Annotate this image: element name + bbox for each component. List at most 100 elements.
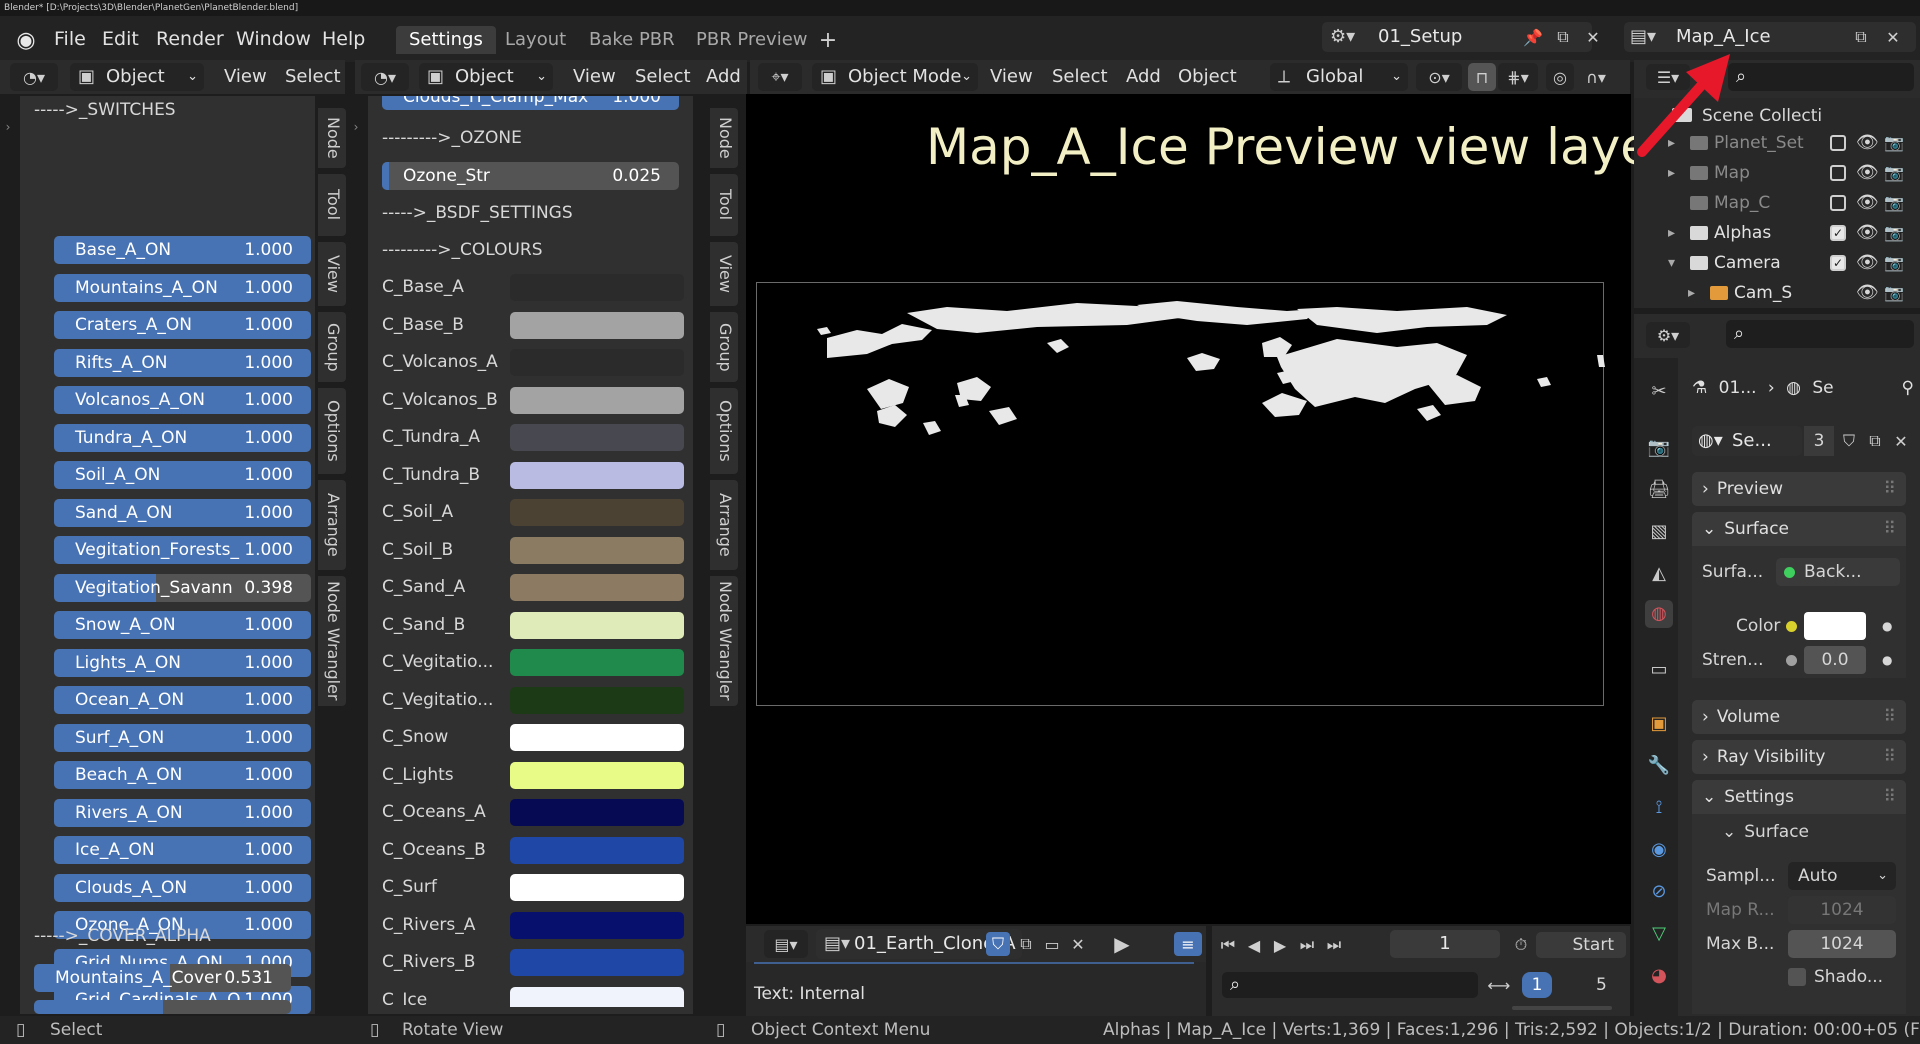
output-tab-icon[interactable]: 🖨 bbox=[1645, 476, 1673, 504]
horizontal-arrows-icon[interactable]: ⟷ bbox=[1482, 972, 1516, 998]
viewport-editor-type-icon[interactable]: ⌖▾ bbox=[758, 63, 802, 91]
delete-view-layer-icon[interactable]: ✕ bbox=[1880, 24, 1906, 50]
panel-settings[interactable]: ⌄ Settings ⠿ bbox=[1692, 780, 1906, 814]
colour-swatch[interactable] bbox=[510, 349, 684, 376]
outliner-row[interactable]: ▾ Camera ✓ 👁 📷 bbox=[1638, 248, 1910, 278]
render-camera-icon[interactable]: 📷 bbox=[1884, 218, 1904, 248]
panel-volume[interactable]: › Volume ⠿ bbox=[1692, 700, 1906, 734]
left-tab-group[interactable]: Group bbox=[318, 312, 346, 382]
unlink-text-icon[interactable]: ✕ bbox=[1066, 932, 1090, 956]
surface-shader-field[interactable]: Back... bbox=[1776, 558, 1900, 586]
left-tab-node-wrangler[interactable]: Node Wrangler bbox=[318, 576, 346, 706]
menu-window[interactable]: Window bbox=[236, 26, 311, 52]
slider-switch[interactable]: Mountains_A_ON 1.000 bbox=[54, 273, 311, 302]
exclude-checkbox[interactable] bbox=[1830, 135, 1846, 151]
colour-swatch[interactable] bbox=[510, 611, 684, 639]
drag-handle-icon[interactable]: ⠿ bbox=[1884, 472, 1896, 506]
playhead-marker[interactable]: 1 bbox=[1522, 972, 1552, 998]
collection-tab-icon[interactable]: ▭ bbox=[1645, 656, 1673, 684]
material-tab-icon[interactable]: ◕ bbox=[1645, 962, 1673, 990]
left-tab-tool[interactable]: Tool bbox=[318, 174, 346, 236]
delete-scene-icon[interactable]: ✕ bbox=[1580, 24, 1606, 50]
timeline-search-field[interactable]: ⌕ bbox=[1222, 972, 1478, 998]
falloff-icon[interactable]: ∩▾ bbox=[1576, 63, 1616, 91]
slider-switch[interactable]: Rivers_A_ON 1.000 bbox=[54, 798, 311, 827]
exclude-checkbox[interactable] bbox=[1830, 165, 1846, 181]
slider-switch[interactable]: Vegitation_Savann 0.398 bbox=[54, 573, 311, 602]
stopwatch-icon[interactable]: ⏱ bbox=[1508, 932, 1534, 958]
view-layer-tab-icon[interactable]: ▧ bbox=[1645, 518, 1673, 546]
shadow-checkbox[interactable] bbox=[1788, 968, 1806, 986]
render-camera-icon[interactable]: 📷 bbox=[1884, 158, 1904, 188]
strength-socket-icon[interactable] bbox=[1786, 655, 1797, 666]
text-editor-type-icon[interactable]: ▤▾ bbox=[764, 930, 808, 958]
snap-target-icon[interactable]: ⋕▾ bbox=[1498, 63, 1538, 91]
particles-tab-icon[interactable]: ⟟ bbox=[1645, 794, 1673, 822]
mid-collapse-icon[interactable]: › bbox=[348, 112, 364, 142]
outliner-row[interactable]: ▸ Alphas ✓ 👁 📷 bbox=[1638, 218, 1910, 248]
colour-swatch[interactable] bbox=[510, 424, 684, 451]
colour-swatch[interactable] bbox=[510, 799, 684, 826]
mid-menu-add[interactable]: Add bbox=[706, 63, 741, 91]
timeline-scrollbar[interactable] bbox=[1512, 1006, 1612, 1010]
mid-tab-node[interactable]: Node bbox=[710, 108, 738, 168]
line-numbers-icon[interactable]: ≡ bbox=[1174, 932, 1202, 956]
slider-switch[interactable]: Soil_A_ON 1.000 bbox=[54, 461, 311, 489]
constraints-tab-icon[interactable]: ⊘ bbox=[1645, 878, 1673, 906]
slider-switch[interactable]: Craters_A_ON 1.000 bbox=[54, 311, 311, 339]
duplicate-text-icon[interactable]: ⧉ bbox=[1014, 932, 1038, 956]
menu-help[interactable]: Help bbox=[322, 26, 365, 52]
left-object-dropdown[interactable]: ▣ Object ⌄ bbox=[70, 63, 204, 91]
slider-switch[interactable]: Base_A_ON 1.000 bbox=[54, 236, 311, 264]
physics-tab-icon[interactable]: ◉ bbox=[1645, 836, 1673, 864]
duplicate-world-icon[interactable]: ⧉ bbox=[1862, 428, 1888, 454]
left-tab-arrange[interactable]: Arrange bbox=[318, 480, 346, 570]
panel-preview[interactable]: › Preview ⠿ bbox=[1692, 472, 1906, 506]
mid-tab-view[interactable]: View bbox=[710, 242, 738, 306]
pin-icon[interactable]: 📌 bbox=[1520, 24, 1546, 50]
unlink-world-icon[interactable]: ✕ bbox=[1888, 428, 1914, 454]
mid-tab-node-wrangler[interactable]: Node Wrangler bbox=[710, 576, 738, 706]
render-camera-icon[interactable]: 📷 bbox=[1884, 278, 1904, 308]
colour-swatch[interactable] bbox=[510, 536, 684, 564]
next-keyframe-icon[interactable]: ⏭ bbox=[1294, 932, 1320, 958]
data-tab-icon[interactable]: ▽ bbox=[1645, 920, 1673, 948]
fake-user-shield-icon[interactable]: ⛉ bbox=[986, 932, 1010, 956]
slider-switch[interactable]: Ice_A_ON 1.000 bbox=[54, 836, 311, 864]
colour-swatch[interactable] bbox=[510, 574, 684, 601]
eye-icon[interactable]: 👁 bbox=[1856, 188, 1879, 218]
slider-switch[interactable]: Surf_A_ON 1.000 bbox=[54, 723, 311, 752]
colour-swatch[interactable] bbox=[510, 874, 684, 901]
fake-user-shield-icon[interactable]: ⛉ bbox=[1836, 428, 1862, 454]
viewport-3d[interactable]: Map_A_Ice Preview view layer bbox=[746, 94, 1672, 924]
left-tab-view[interactable]: View bbox=[318, 242, 346, 306]
colour-swatch[interactable] bbox=[510, 274, 684, 301]
render-tab-icon[interactable]: 📷 bbox=[1645, 434, 1673, 462]
tool-tab-icon[interactable]: ✂ bbox=[1645, 378, 1673, 406]
viewport-menu-view[interactable]: View bbox=[990, 63, 1033, 91]
colour-swatch[interactable] bbox=[510, 836, 684, 864]
tab-layout[interactable]: Layout bbox=[492, 26, 579, 54]
menu-edit[interactable]: Edit bbox=[102, 26, 139, 52]
pin-icon[interactable]: ⚲ bbox=[1902, 372, 1914, 404]
world-tab-icon[interactable]: ◍ bbox=[1645, 600, 1673, 628]
slider-switch[interactable]: Ocean_A_ON 1.000 bbox=[54, 686, 311, 714]
user-count[interactable]: 3 bbox=[1804, 426, 1834, 456]
mid-object-dropdown[interactable]: ▣ Object ⌄ bbox=[419, 63, 553, 91]
max-bounces-field[interactable]: 1024 bbox=[1788, 930, 1896, 958]
object-tab-icon[interactable]: ▣ bbox=[1645, 710, 1673, 738]
colour-swatch[interactable] bbox=[510, 311, 684, 339]
viewport-menu-object[interactable]: Object bbox=[1178, 63, 1237, 91]
left-tab-options[interactable]: Options bbox=[318, 388, 346, 474]
add-workspace-icon[interactable]: + bbox=[816, 26, 840, 54]
properties-search-field[interactable]: ⌕ bbox=[1726, 320, 1914, 348]
world-color-swatch[interactable] bbox=[1804, 612, 1866, 640]
start-frame-field[interactable]: Start bbox=[1536, 932, 1626, 958]
panel-surface[interactable]: ⌄ Surface ⠿ bbox=[1692, 512, 1906, 546]
editor-type-icon[interactable]: ◔▾ bbox=[10, 63, 58, 91]
colour-swatch[interactable] bbox=[510, 986, 684, 1007]
expand-down-icon[interactable]: ▾ bbox=[1668, 248, 1675, 278]
outliner-search-field[interactable]: ⌕ bbox=[1728, 63, 1914, 91]
outliner-row[interactable]: ▸ Cam_S 👁 📷 bbox=[1638, 278, 1910, 308]
new-scene-icon[interactable]: ⧉ bbox=[1550, 24, 1576, 50]
